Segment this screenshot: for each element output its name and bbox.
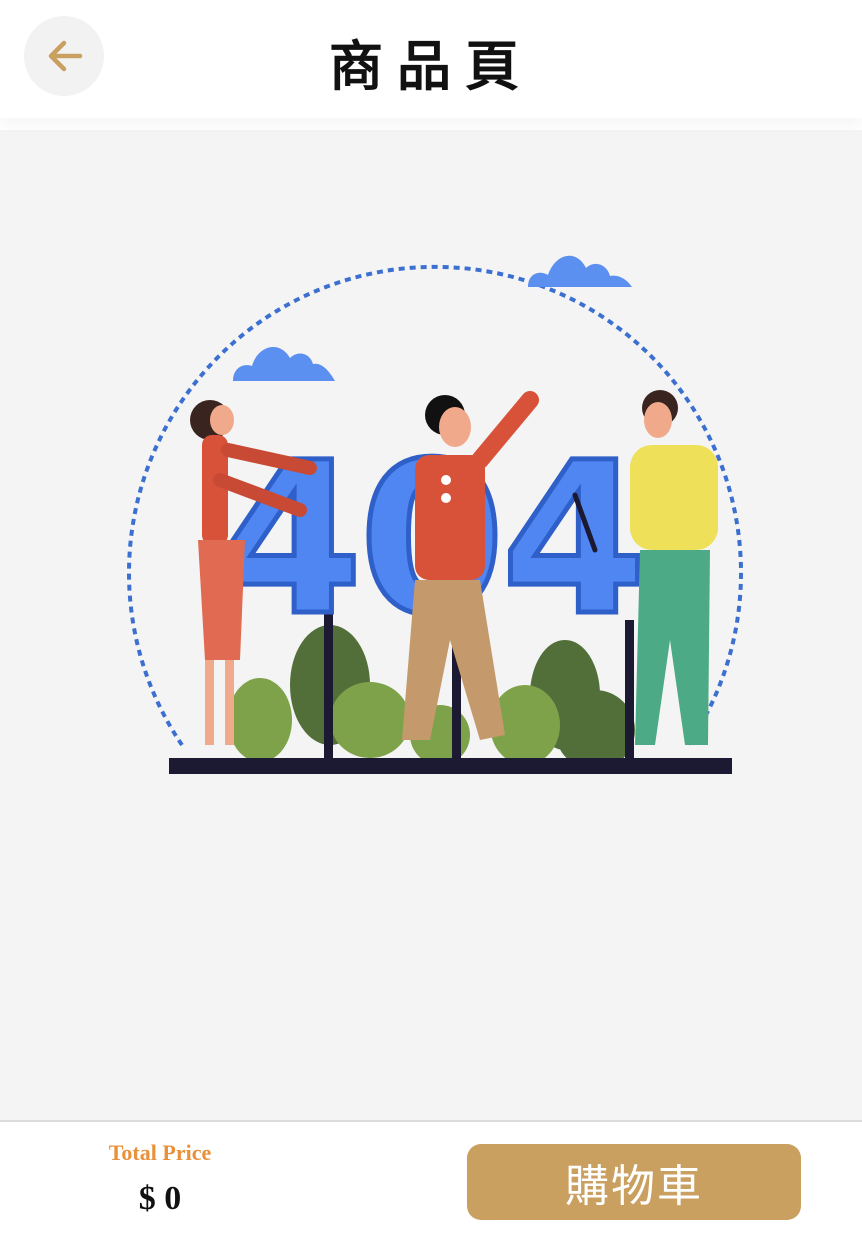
cart-button[interactable]: 購物車	[467, 1144, 801, 1220]
footer-bar: Total Price $ 0 購物車	[0, 1120, 862, 1242]
total-price-label: Total Price	[108, 1140, 212, 1165]
total-price-value: $ 0	[138, 1180, 182, 1217]
main-content: 404	[0, 130, 862, 1120]
page-title: 商品頁	[329, 35, 533, 98]
404-illustration: 404	[127, 255, 743, 774]
header-bar: 商品頁	[0, 0, 862, 118]
